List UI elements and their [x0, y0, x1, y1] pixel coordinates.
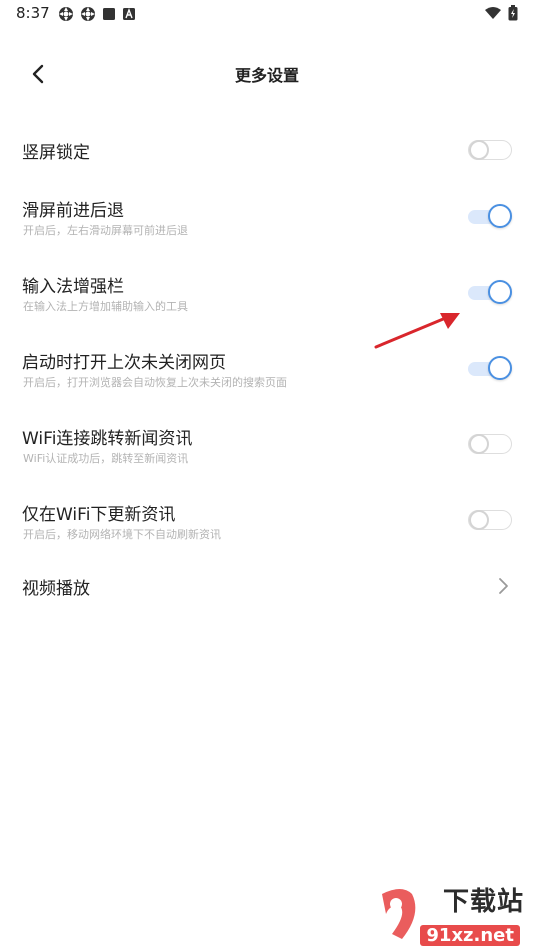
portrait-lock-toggle[interactable]: [468, 136, 512, 164]
setting-title: 仅在WiFi下更新资讯: [22, 505, 176, 525]
wifi-icon: [485, 7, 501, 19]
watermark: 下载站 91xz.net: [364, 880, 534, 950]
setting-title: 启动时打开上次未关闭网页: [22, 353, 226, 373]
toggle-knob: [469, 510, 489, 530]
square-icon: [103, 8, 115, 20]
setting-subtitle: 开启后，打开浏览器会自动恢复上次未关闭的搜索页面: [23, 376, 287, 389]
setting-title: WiFi连接跳转新闻资讯: [22, 429, 193, 449]
toggle-knob: [469, 434, 489, 454]
setting-row-portrait-lock[interactable]: 竖屏锁定: [0, 118, 534, 182]
settings-gear-icon: [59, 7, 73, 21]
status-icons-right: [484, 5, 518, 21]
wifi-news-jump-toggle[interactable]: [468, 430, 512, 458]
setting-subtitle: 开启后，移动网络环境下不自动刷新资讯: [23, 528, 221, 541]
toggle-knob: [469, 140, 489, 160]
setting-row-wifi-news-jump[interactable]: WiFi连接跳转新闻资讯 WiFi认证成功后，跳转至新闻资讯: [0, 414, 534, 478]
setting-title: 输入法增强栏: [22, 277, 124, 297]
setting-row-video-playback[interactable]: 视频播放: [0, 562, 534, 626]
status-icons-left: [58, 6, 136, 22]
settings-gear-icon: [81, 7, 95, 21]
setting-title: 视频播放: [22, 579, 90, 599]
setting-subtitle: 开启后，左右滑动屏幕可前进后退: [23, 224, 188, 237]
status-bar: 8:37: [0, 0, 534, 28]
toggle-knob: [488, 356, 512, 380]
page-title: 更多设置: [234, 66, 299, 85]
setting-row-wifi-only-update[interactable]: 仅在WiFi下更新资讯 开启后，移动网络环境下不自动刷新资讯: [0, 490, 534, 554]
battery-icon: [508, 5, 518, 21]
toggle-knob: [488, 204, 512, 228]
setting-title: 滑屏前进后退: [22, 201, 124, 221]
header-bar: 更多设置: [0, 50, 534, 96]
input-toolbar-toggle[interactable]: [468, 278, 512, 306]
watermark-url: 91xz.net: [420, 925, 520, 946]
restore-pages-toggle[interactable]: [468, 354, 512, 382]
setting-subtitle: WiFi认证成功后，跳转至新闻资讯: [23, 452, 189, 465]
status-time: 8:37: [16, 4, 50, 22]
setting-title: 竖屏锁定: [22, 143, 90, 163]
toggle-knob: [488, 280, 512, 304]
app-a-icon: [123, 8, 135, 20]
swipe-navigation-toggle[interactable]: [468, 202, 512, 230]
setting-subtitle: 在输入法上方增加辅助输入的工具: [23, 300, 188, 313]
red-arrow-annotation-icon: [374, 313, 460, 349]
setting-row-swipe-navigation[interactable]: 滑屏前进后退 开启后，左右滑动屏幕可前进后退: [0, 186, 534, 250]
watermark-text: 下载站: [442, 887, 524, 917]
chevron-right-icon[interactable]: [496, 577, 510, 595]
wifi-only-update-toggle[interactable]: [468, 506, 512, 534]
